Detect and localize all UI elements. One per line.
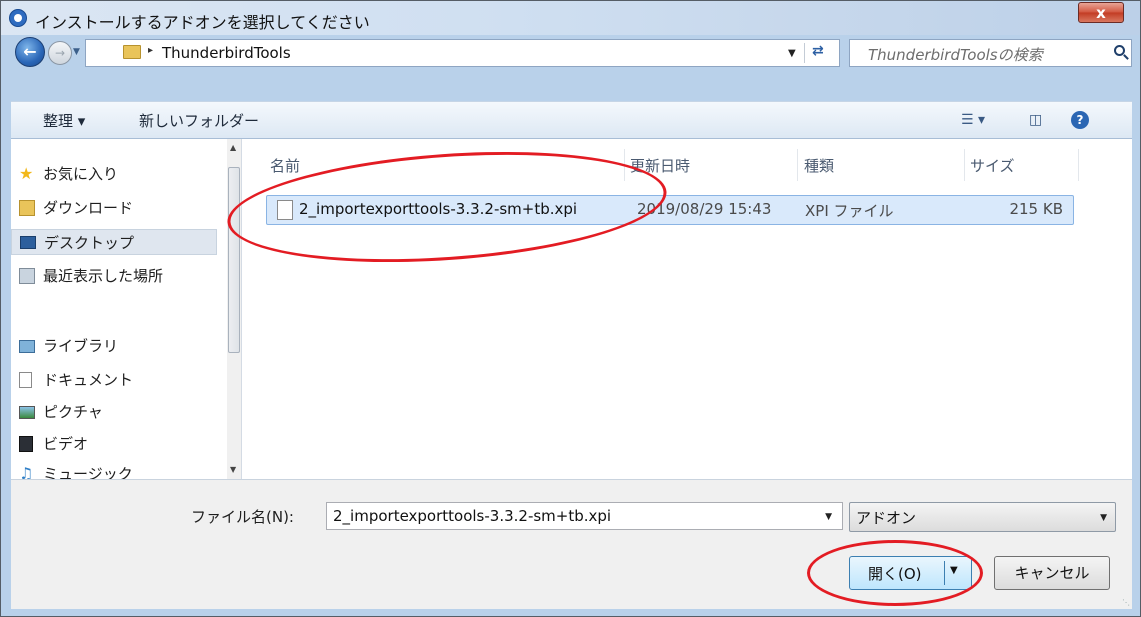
refresh-icon[interactable]: ⇄ (812, 43, 824, 59)
sidebar-item-desktop[interactable]: デスクトップ (11, 229, 217, 255)
title-bar: インストールするアドオンを選択してください x (1, 1, 1140, 35)
sidebar-item-music[interactable]: ♫ ミュージック (11, 461, 217, 479)
open-button[interactable]: 開く(O) ▼ (849, 556, 972, 590)
sidebar-item-pictures[interactable]: ピクチャ (11, 399, 217, 425)
column-header-type[interactable]: 種類 (804, 155, 834, 176)
sidebar-item-label: 最近表示した場所 (43, 267, 164, 285)
file-type: XPI ファイル (805, 202, 894, 220)
cancel-button[interactable]: キャンセル (994, 556, 1110, 590)
address-dropdown-icon[interactable]: ▼ (788, 48, 796, 59)
filename-input[interactable]: 2_importexporttools-3.3.2-sm+tb.xpi ▼ (326, 502, 843, 530)
scrollbar-thumb[interactable] (228, 167, 240, 353)
file-icon (277, 200, 293, 220)
open-dropdown-icon[interactable]: ▼ (950, 565, 958, 576)
new-folder-button[interactable]: 新しいフォルダー (139, 110, 259, 131)
sidebar-item-libraries[interactable]: ライブラリ (11, 333, 217, 359)
breadcrumb-current-folder[interactable]: ThunderbirdTools (162, 44, 291, 62)
sidebar-item-label: ピクチャ (43, 403, 103, 421)
pictures-icon (19, 406, 35, 419)
navigation-pane: ★ お気に入り ダウンロード デスクトップ 最近表示した場所 ライブラリ ドキュ… (11, 139, 242, 479)
organize-button[interactable]: 整理 ▾ (43, 110, 85, 131)
file-list: 名前 更新日時 種類 サイズ 2_importexporttools-3.3.2… (242, 139, 1132, 479)
star-icon: ★ (19, 164, 34, 183)
sidebar-item-label: デスクトップ (44, 234, 135, 252)
address-bar[interactable]: ▸ ThunderbirdTools ▼ ⇄ (85, 39, 840, 67)
search-icon[interactable] (1114, 45, 1125, 56)
filename-value: 2_importexporttools-3.3.2-sm+tb.xpi (333, 507, 612, 525)
thunderbird-icon (9, 9, 27, 27)
file-name: 2_importexporttools-3.3.2-sm+tb.xpi (299, 200, 578, 218)
column-divider[interactable] (1078, 149, 1079, 181)
sidebar-item-label: ダウンロード (43, 199, 134, 217)
open-split-divider (944, 561, 945, 585)
file-open-dialog: インストールするアドオンを選択してください x ← → ▼ ▸ Thunderb… (0, 0, 1141, 617)
filetype-dropdown-icon[interactable]: ▼ (1100, 513, 1107, 523)
dialog-title: インストールするアドオンを選択してください (35, 13, 370, 32)
filename-dropdown-icon[interactable]: ▼ (825, 512, 832, 522)
sidebar-item-label: ビデオ (43, 435, 89, 453)
sidebar-item-recent-places[interactable]: 最近表示した場所 (11, 263, 217, 289)
filename-label: ファイル名(N): (191, 508, 294, 526)
address-divider (804, 43, 805, 63)
column-header-size[interactable]: サイズ (970, 155, 1015, 176)
sidebar-item-documents[interactable]: ドキュメント (11, 367, 217, 393)
desktop-icon (20, 236, 36, 249)
view-options-icon[interactable]: ☰ ▾ (961, 112, 985, 128)
resize-grip-icon[interactable]: ⋱ (1122, 598, 1130, 607)
sidebar-item-label: ドキュメント (43, 371, 134, 389)
sidebar-item-label: ライブラリ (43, 337, 119, 355)
music-icon: ♫ (19, 464, 34, 479)
breadcrumb-separator-icon[interactable]: ▸ (148, 45, 153, 56)
column-header-modified[interactable]: 更新日時 (630, 155, 690, 176)
file-row[interactable]: 2_importexporttools-3.3.2-sm+tb.xpi 2019… (266, 195, 1074, 225)
column-divider[interactable] (797, 149, 798, 181)
scroll-down-icon[interactable]: ▼ (230, 465, 236, 474)
search-placeholder: ThunderbirdToolsの検索 (868, 46, 1043, 64)
column-divider[interactable] (624, 149, 625, 181)
open-button-label: 開く(O) (868, 565, 922, 583)
folder-icon (123, 45, 141, 59)
back-button[interactable]: ← (15, 37, 45, 67)
file-size: 215 KB (1009, 200, 1063, 218)
preview-pane-icon[interactable]: ◫ (1029, 112, 1042, 128)
recent-places-icon (19, 268, 35, 284)
column-header-name[interactable]: 名前 (270, 155, 300, 176)
filetype-value: アドオン (856, 509, 917, 527)
search-input[interactable]: ThunderbirdToolsの検索 (849, 39, 1132, 67)
file-modified: 2019/08/29 15:43 (637, 200, 772, 218)
sidebar-item-videos[interactable]: ビデオ (11, 431, 217, 457)
sidebar-item-label: お気に入り (43, 165, 119, 183)
videos-icon (19, 436, 33, 452)
documents-icon (19, 372, 32, 388)
close-button[interactable]: x (1078, 2, 1124, 23)
navigation-row: ← → ▼ ▸ ThunderbirdTools ▼ ⇄ Thunderbird… (1, 35, 1140, 73)
sidebar-scrollbar[interactable]: ▲ ▼ (227, 139, 241, 479)
sidebar-item-favorites[interactable]: ★ お気に入り (11, 161, 217, 187)
history-dropdown-icon[interactable]: ▼ (73, 47, 80, 57)
libraries-icon (19, 340, 35, 353)
dialog-footer: ファイル名(N): 2_importexporttools-3.3.2-sm+t… (11, 479, 1132, 609)
forward-button[interactable]: → (48, 41, 72, 65)
command-bar: 整理 ▾ 新しいフォルダー ☰ ▾ ◫ ? (11, 101, 1132, 139)
column-divider[interactable] (964, 149, 965, 181)
help-icon[interactable]: ? (1071, 111, 1089, 129)
download-folder-icon (19, 200, 35, 216)
scroll-up-icon[interactable]: ▲ (230, 143, 236, 152)
sidebar-item-downloads[interactable]: ダウンロード (11, 195, 217, 221)
filetype-select[interactable]: アドオン ▼ (849, 502, 1116, 532)
sidebar-item-label: ミュージック (43, 465, 133, 479)
